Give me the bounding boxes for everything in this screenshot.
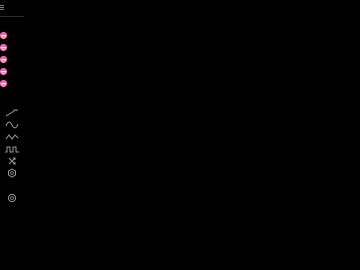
sine-wave-icon[interactable] [5, 120, 19, 130]
swatch-bar [1, 71, 6, 72]
color-swatch-1[interactable] [0, 32, 7, 39]
color-swatch-3[interactable] [0, 56, 7, 63]
swatch-bar [1, 59, 6, 60]
shuffle-icon[interactable] [5, 156, 19, 166]
color-swatch-5[interactable] [0, 80, 7, 87]
color-swatch-2[interactable] [0, 44, 7, 51]
square-wave-icon[interactable] [5, 144, 19, 154]
hexagon-gear-icon[interactable] [5, 168, 19, 178]
settings-gear-icon[interactable] [5, 193, 19, 203]
swatch-bar [1, 35, 6, 36]
swatch-bar [1, 83, 6, 84]
triangle-wave-icon[interactable] [5, 132, 19, 142]
swatch-bar [1, 47, 6, 48]
color-swatch-4[interactable] [0, 68, 7, 75]
hamburger-icon[interactable] [0, 4, 8, 12]
toolbar-divider [0, 16, 24, 17]
left-toolbar [0, 0, 24, 270]
ramp-wave-icon[interactable] [5, 108, 19, 118]
